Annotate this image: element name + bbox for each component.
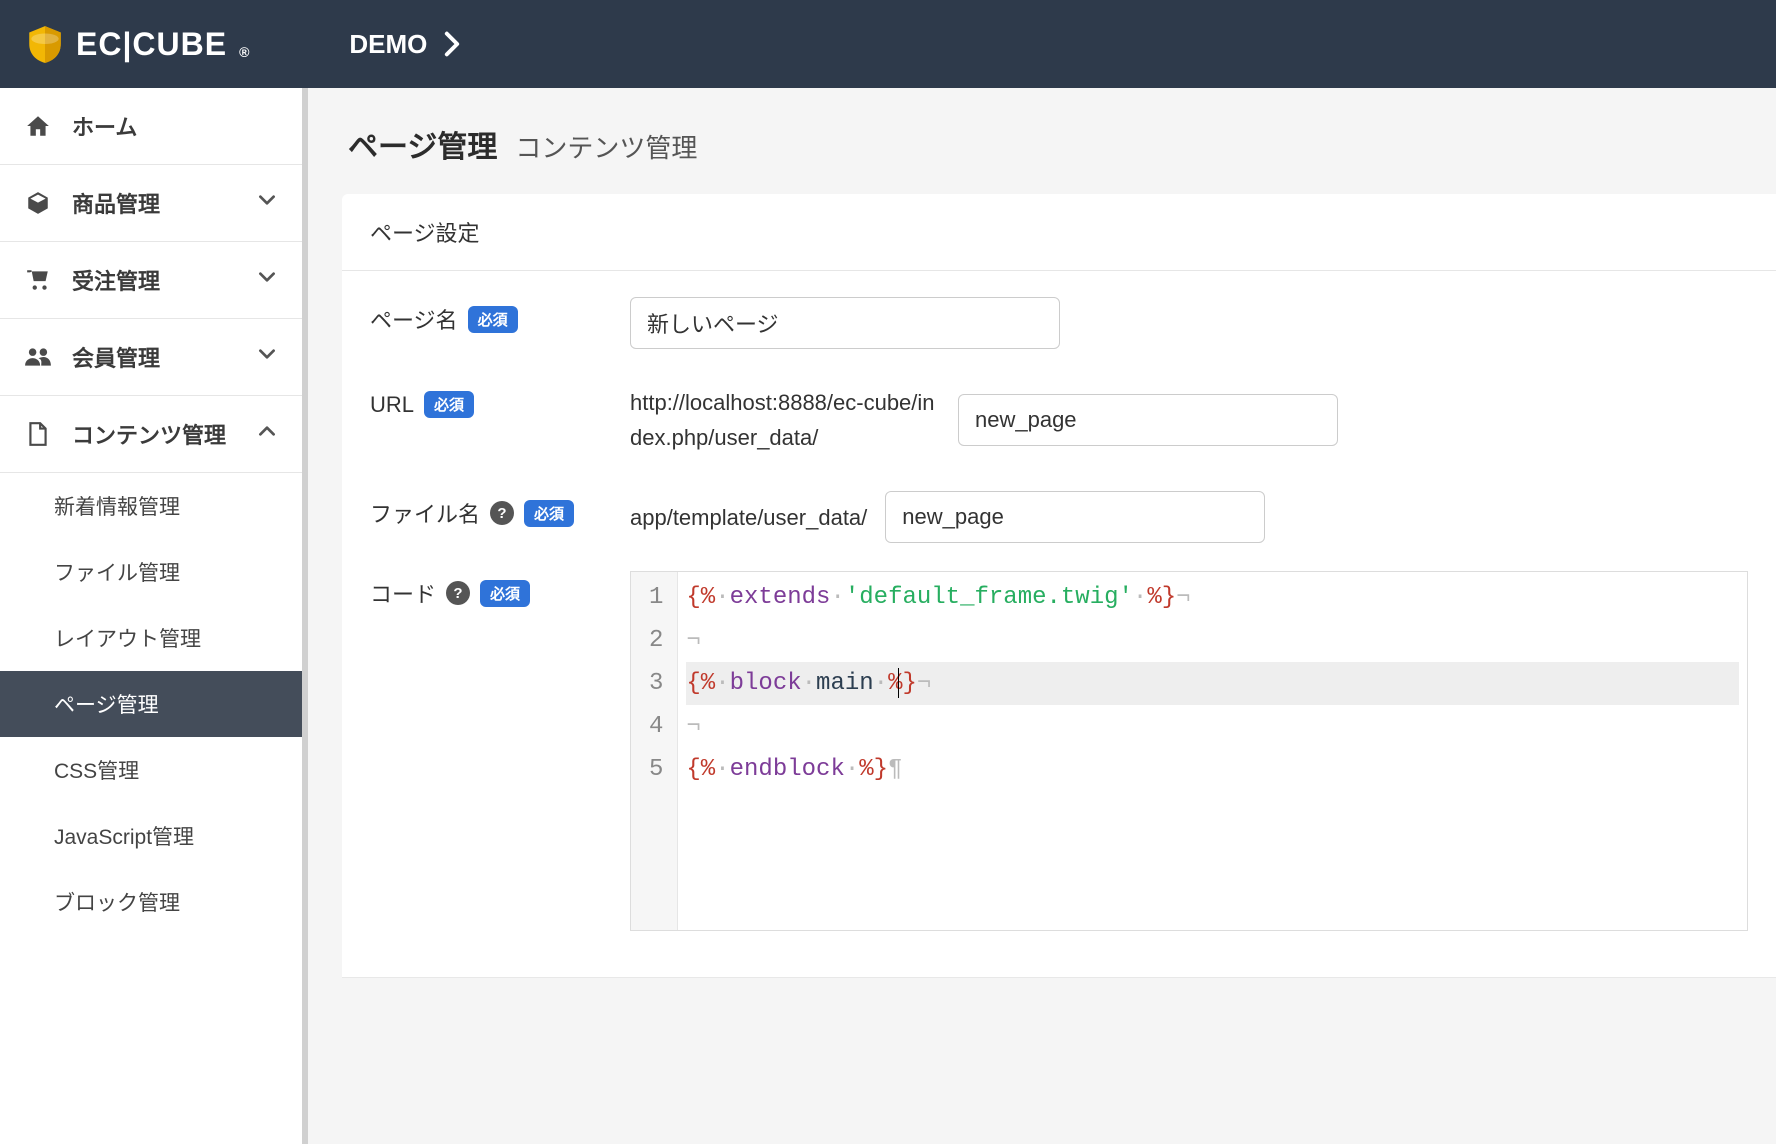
subnav-item-label: 新着情報管理: [54, 496, 180, 519]
logo-trademark: ®: [239, 44, 249, 60]
help-icon[interactable]: ?: [490, 501, 514, 525]
page-settings-card: ページ設定 ページ名 必須 URL 必須: [342, 194, 1776, 977]
sidebar-item-content[interactable]: コンテンツ管理: [0, 396, 302, 473]
sidebar-item-orders[interactable]: 受注管理: [0, 242, 302, 319]
demo-label: DEMO: [349, 29, 427, 60]
cart-icon: [24, 266, 52, 294]
subnav-item-css[interactable]: CSS管理: [0, 737, 302, 803]
chevron-down-icon: [256, 343, 278, 371]
chevron-down-icon: [256, 189, 278, 217]
sidebar-item-label: ホーム: [72, 110, 278, 142]
subnav-item-page[interactable]: ページ管理: [0, 671, 302, 737]
subnav-item-js[interactable]: JavaScript管理: [0, 803, 302, 869]
sidebar-item-products[interactable]: 商品管理: [0, 165, 302, 242]
label-name: ページ名: [370, 303, 458, 335]
app-header: EC|CUBE ® DEMO: [0, 0, 1776, 88]
users-icon: [24, 343, 52, 371]
logo-text: EC|CUBE: [76, 26, 227, 63]
sidebar-item-label: 会員管理: [72, 341, 236, 373]
help-icon[interactable]: ?: [446, 581, 470, 605]
subnav-item-label: CSS管理: [54, 760, 139, 783]
sidebar-item-members[interactable]: 会員管理: [0, 319, 302, 396]
label-filename: ファイル名: [370, 497, 480, 529]
required-badge: 必須: [480, 580, 530, 607]
page-header: ページ管理 コンテンツ管理: [308, 88, 1776, 194]
subnav-item-label: ファイル管理: [54, 562, 180, 585]
form-row-filename: ファイル名 ? 必須 app/template/user_data/: [370, 473, 1748, 561]
main-content: ページ管理 コンテンツ管理 ページ設定 ページ名 必須: [308, 88, 1776, 1144]
shield-icon: [24, 23, 66, 65]
subnav-item-label: ページ管理: [54, 694, 159, 717]
form-row-code: コード ? 必須 12345 {%·extends·'default_frame…: [370, 561, 1748, 949]
cube-icon: [24, 189, 52, 217]
subnav-item-news[interactable]: 新着情報管理: [0, 473, 302, 539]
sidebar-item-label: 受注管理: [72, 264, 236, 296]
home-icon: [24, 112, 52, 140]
page-name-input[interactable]: [630, 297, 1060, 349]
subnav-item-layout[interactable]: レイアウト管理: [0, 605, 302, 671]
page-title: ページ管理: [348, 122, 497, 166]
editor-lines[interactable]: {%·extends·'default_frame.twig'·%}¬¬{%·b…: [678, 572, 1747, 930]
required-badge: 必須: [424, 391, 474, 418]
subnav-item-file[interactable]: ファイル管理: [0, 539, 302, 605]
required-badge: 必須: [524, 500, 574, 527]
filename-prefix: app/template/user_data/: [630, 500, 867, 535]
chevron-up-icon: [256, 420, 278, 448]
filename-input[interactable]: [885, 491, 1265, 543]
file-icon: [24, 420, 52, 448]
label-url: URL: [370, 392, 414, 418]
sidebar-item-label: コンテンツ管理: [72, 418, 236, 450]
required-badge: 必須: [468, 306, 518, 333]
editor-gutter: 12345: [631, 572, 678, 930]
subnav-item-block[interactable]: ブロック管理: [0, 869, 302, 935]
chevron-down-icon: [256, 266, 278, 294]
url-input[interactable]: [958, 394, 1338, 446]
sidebar-item-home[interactable]: ホーム: [0, 88, 302, 165]
code-editor[interactable]: 12345 {%·extends·'default_frame.twig'·%}…: [630, 571, 1748, 931]
form-row-name: ページ名 必須: [370, 279, 1748, 367]
subnav-item-label: レイアウト管理: [54, 628, 201, 651]
label-code: コード: [370, 577, 436, 609]
demo-link[interactable]: DEMO: [349, 29, 461, 60]
form-row-url: URL 必須 http://localhost:8888/ec-cube/ind…: [370, 367, 1748, 473]
logo[interactable]: EC|CUBE ®: [24, 23, 249, 65]
sidebar-subnav-content: 新着情報管理 ファイル管理 レイアウト管理 ページ管理 CSS管理 JavaSc…: [0, 473, 302, 935]
subnav-item-label: JavaScript管理: [54, 826, 194, 849]
sidebar-item-label: 商品管理: [72, 187, 236, 219]
sidebar: ホーム 商品管理 受注管理 会員管理: [0, 88, 308, 1144]
url-prefix: http://localhost:8888/ec-cube/index.php/…: [630, 385, 940, 455]
subnav-item-label: ブロック管理: [54, 892, 180, 915]
page-subtitle: コンテンツ管理: [515, 128, 697, 165]
card-header: ページ設定: [342, 194, 1776, 271]
chevron-right-icon: [443, 31, 461, 57]
